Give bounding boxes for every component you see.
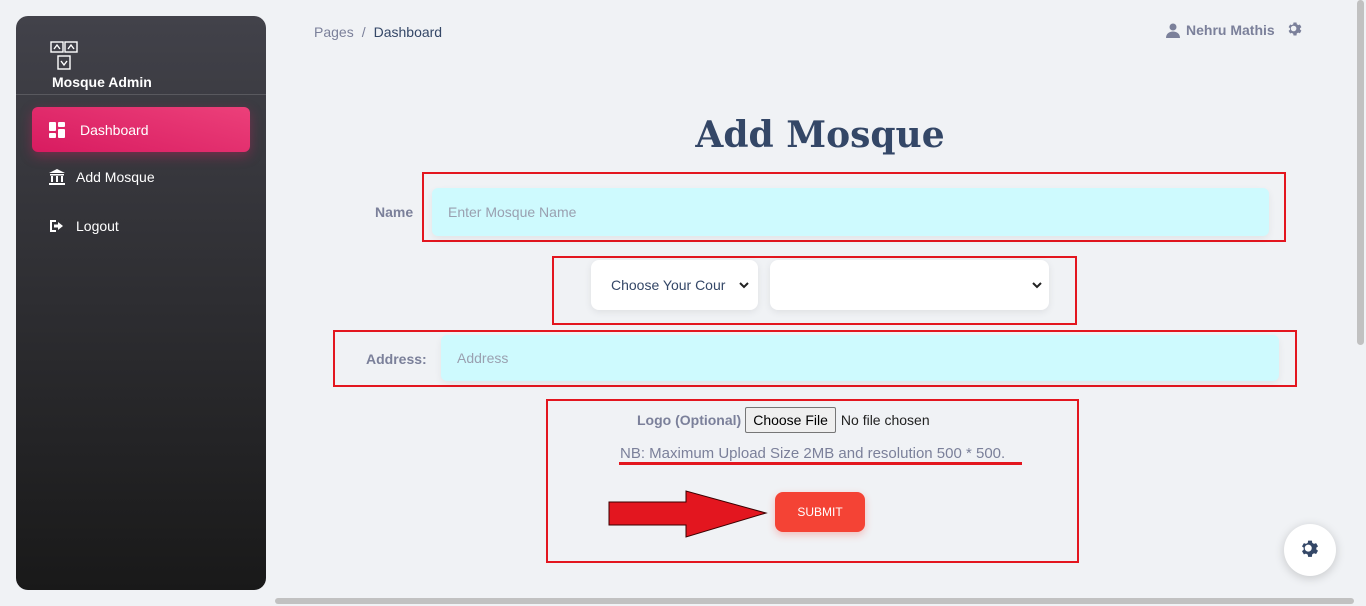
breadcrumb: Pages / Dashboard [314,24,442,40]
chevron-down-icon [1032,282,1042,289]
address-label: Address: [366,351,427,367]
country-select-value: Choose Your Cour [611,277,726,293]
breadcrumb-root[interactable]: Pages [314,24,354,40]
region-select[interactable] [770,260,1049,310]
vertical-scrollbar[interactable] [1357,0,1364,345]
sidebar-divider [16,94,266,95]
sidebar-item-logout[interactable]: Logout [32,203,250,248]
upload-note: NB: Maximum Upload Size 2MB and resoluti… [620,445,1006,462]
sidebar-item-dashboard[interactable]: Dashboard [32,107,250,152]
sidebar: Mosque Admin Dashboard Add Mosque Logout [16,16,266,590]
dashboard-icon [48,121,66,139]
name-label: Name [375,204,414,220]
page-title: Add Mosque [695,114,945,156]
settings-fab[interactable] [1284,524,1336,576]
sidebar-item-label: Add Mosque [76,168,155,185]
logo-label: Logo (Optional) [637,412,742,428]
sidebar-item-label: Dashboard [80,121,149,138]
user-menu[interactable]: Nehru Mathis [1166,22,1275,38]
annotation-arrow-icon [608,490,768,538]
horizontal-scrollbar[interactable] [275,598,1354,604]
brand-name: Mosque Admin [52,74,152,90]
country-select[interactable]: Choose Your Cour [591,260,758,310]
file-status: No file chosen [840,412,930,428]
user-icon [1166,23,1180,38]
annotation-underline [619,462,1022,465]
user-name: Nehru Mathis [1186,22,1275,38]
breadcrumb-separator: / [361,24,366,40]
choose-file-button[interactable]: Choose File [745,407,836,433]
logout-icon [48,217,66,235]
mosque-name-input[interactable] [432,188,1269,236]
settings-gear-icon[interactable] [1287,22,1303,38]
submit-button[interactable]: SUBMIT [775,492,865,532]
breadcrumb-current: Dashboard [373,24,443,40]
bank-icon [48,168,66,186]
sidebar-item-add-mosque[interactable]: Add Mosque [32,154,250,199]
gear-icon [1302,540,1318,557]
sidebar-item-label: Logout [76,217,119,234]
logo-icon [50,41,78,70]
address-input[interactable] [441,335,1279,381]
chevron-down-icon [739,282,749,289]
logo-upload-row: Logo (Optional) Choose File No file chos… [637,407,930,433]
brand[interactable]: Mosque Admin [50,40,170,94]
